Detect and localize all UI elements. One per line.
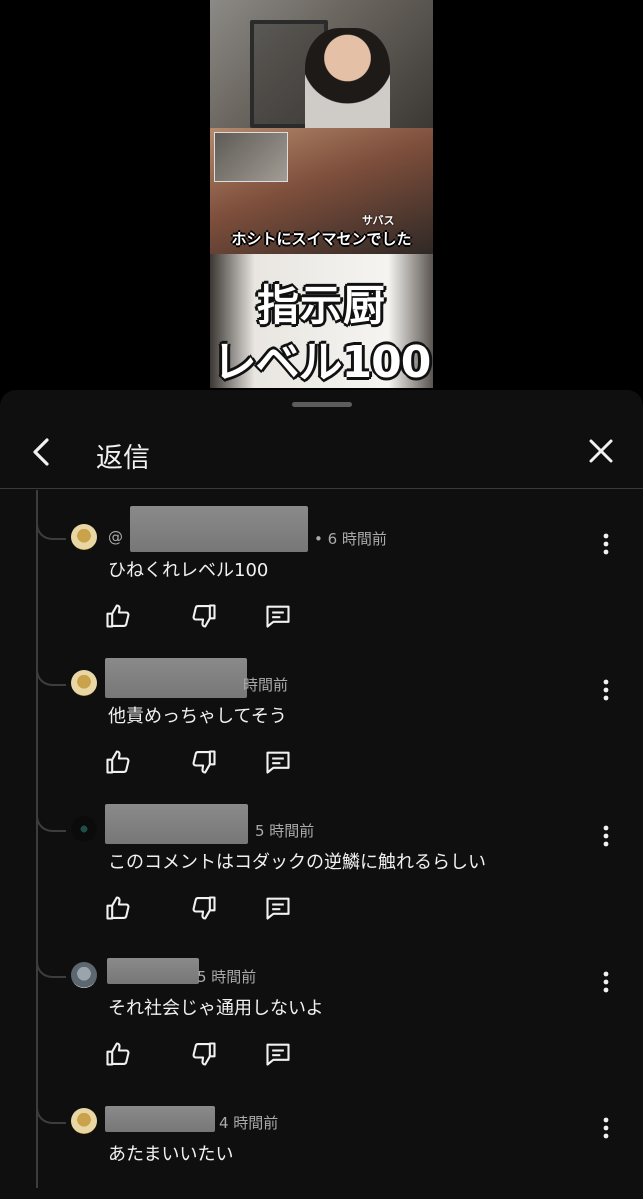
redacted-username xyxy=(107,958,199,984)
thumbs-up-icon xyxy=(106,750,130,774)
more-vertical-icon xyxy=(603,679,609,701)
thread-connector xyxy=(36,810,66,832)
comment-text: 他責めっちゃしてそう xyxy=(108,706,287,727)
video-webcam-frame xyxy=(210,0,433,128)
like-button[interactable] xyxy=(104,748,132,776)
comment-time: 5 時間前 xyxy=(197,968,257,986)
thumbs-down-icon xyxy=(192,750,216,774)
comment-time: 5 時間前 xyxy=(255,822,315,840)
video-title-card: 指示厨 レベル100 xyxy=(210,254,433,388)
bottom-edge xyxy=(0,1188,643,1199)
redacted-username xyxy=(130,506,308,552)
reply-comment: 4 時間前 あたまいいたい xyxy=(0,1084,643,1188)
comment-text: それ社会じゃ通用しないよ xyxy=(108,998,324,1019)
back-button[interactable] xyxy=(26,434,58,470)
more-vertical-icon xyxy=(603,1117,609,1139)
more-options-button[interactable] xyxy=(594,821,618,851)
comment-time: 4 時間前 xyxy=(219,1114,279,1132)
reply-comment: 時間前 他責めっちゃしてそう xyxy=(0,646,643,792)
reply-button[interactable] xyxy=(264,748,292,776)
reply-comment-icon xyxy=(266,1043,290,1066)
author-handle-prefix[interactable]: @ xyxy=(108,528,123,546)
close-button[interactable] xyxy=(586,436,616,466)
video-gameplay-frame: サバス ホシトにスイマセンでした xyxy=(210,128,433,254)
more-options-button[interactable] xyxy=(594,529,618,559)
thumbs-up-icon xyxy=(106,896,130,920)
redacted-username xyxy=(105,1106,215,1132)
like-button[interactable] xyxy=(104,894,132,922)
reply-comment-icon xyxy=(266,897,290,920)
reply-button[interactable] xyxy=(264,602,292,630)
thread-connector xyxy=(36,1102,66,1124)
avatar[interactable] xyxy=(71,1108,97,1134)
thumbs-down-icon xyxy=(192,604,216,628)
video-title-line2: レベル100 xyxy=(212,337,432,388)
thread-connector xyxy=(36,518,66,540)
comment-actions xyxy=(104,748,304,778)
streamer-figure xyxy=(305,28,390,128)
comment-text: あたまいいたい xyxy=(108,1144,234,1165)
picture-in-picture xyxy=(214,132,288,182)
reply-comment-icon xyxy=(266,751,290,774)
reply-comment-icon xyxy=(266,605,290,628)
comment-text: ひねくれレベル100 xyxy=(108,560,269,581)
thumbs-down-icon xyxy=(192,1042,216,1066)
dislike-button[interactable] xyxy=(190,894,218,922)
dislike-button[interactable] xyxy=(190,748,218,776)
like-button[interactable] xyxy=(104,602,132,630)
more-options-button[interactable] xyxy=(594,1113,618,1143)
close-icon xyxy=(589,439,613,463)
thumbs-up-icon xyxy=(106,604,130,628)
avatar[interactable] xyxy=(71,524,97,550)
drag-handle[interactable] xyxy=(292,402,352,407)
sheet-title: 返信 xyxy=(96,443,150,474)
dislike-button[interactable] xyxy=(190,602,218,630)
avatar[interactable] xyxy=(71,962,97,988)
redacted-username xyxy=(105,658,247,698)
redacted-username xyxy=(105,804,248,844)
reply-comment: 5 時間前 このコメントはコダックの逆鱗に触れるらしい xyxy=(0,792,643,938)
more-vertical-icon xyxy=(603,533,609,555)
comment-time: • 6 時間前 xyxy=(314,530,387,548)
dislike-button[interactable] xyxy=(190,1040,218,1068)
video-title-line1: 指示厨 xyxy=(256,281,386,330)
comment-time: 時間前 xyxy=(243,676,289,694)
reply-button[interactable] xyxy=(264,894,292,922)
player-label: サバス xyxy=(362,214,395,227)
thread-connector xyxy=(36,664,66,686)
more-options-button[interactable] xyxy=(594,675,618,705)
thumbs-up-icon xyxy=(106,1042,130,1066)
header-divider xyxy=(0,488,643,489)
video-caption: ホシトにスイマセンでした xyxy=(231,230,412,248)
more-vertical-icon xyxy=(603,971,609,993)
reply-comment: 5 時間前 それ社会じゃ通用しないよ xyxy=(0,938,643,1084)
comment-actions xyxy=(104,1040,304,1070)
avatar[interactable] xyxy=(71,816,97,842)
avatar[interactable] xyxy=(71,670,97,696)
reply-comment: @ • 6 時間前 ひねくれレベル100 xyxy=(0,500,643,646)
reply-button[interactable] xyxy=(264,1040,292,1068)
more-vertical-icon xyxy=(603,825,609,847)
thread-connector xyxy=(36,956,66,978)
comment-actions xyxy=(104,894,304,924)
video-preview[interactable]: サバス ホシトにスイマセンでした 指示厨 レベル100 xyxy=(210,0,433,388)
comment-text: このコメントはコダックの逆鱗に触れるらしい xyxy=(108,852,486,873)
comment-actions xyxy=(104,602,304,632)
chevron-left-icon xyxy=(33,438,49,466)
like-button[interactable] xyxy=(104,1040,132,1068)
more-options-button[interactable] xyxy=(594,967,618,997)
thumbs-down-icon xyxy=(192,896,216,920)
